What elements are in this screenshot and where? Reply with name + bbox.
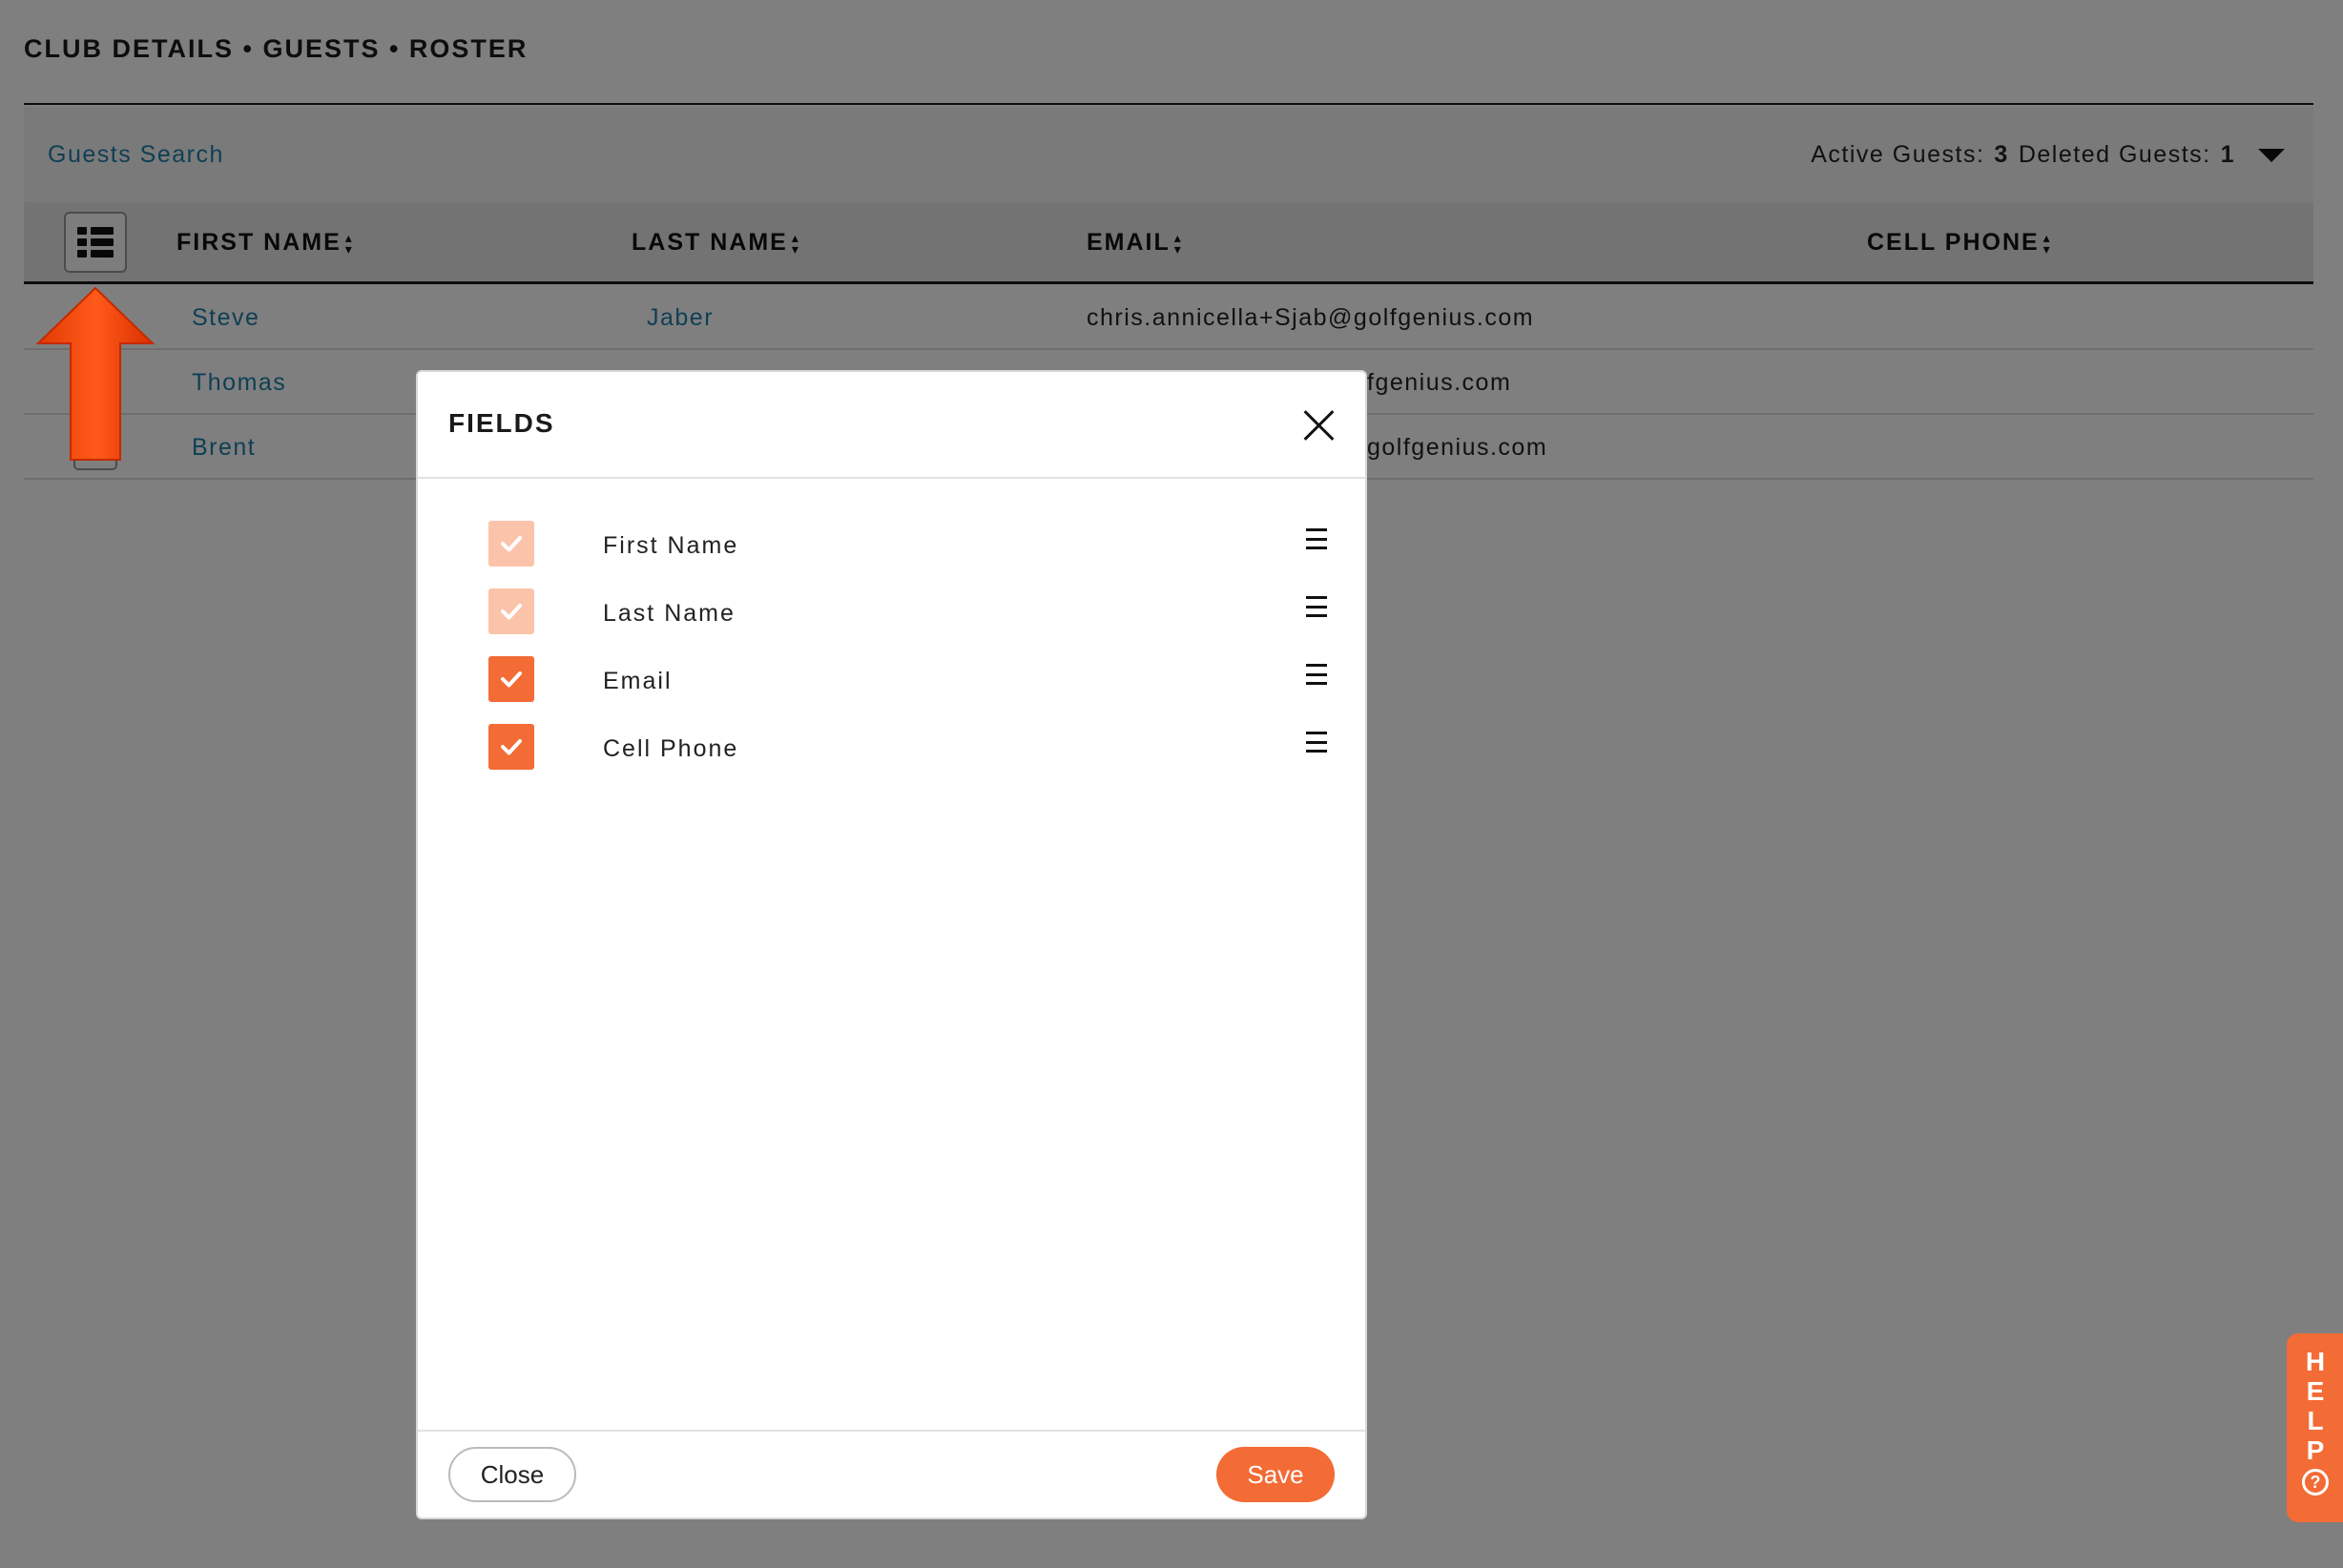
field-checkbox-first-name[interactable] xyxy=(488,521,534,567)
modal-footer: Close Save xyxy=(418,1430,1365,1517)
app-root: CLUB DETAILS • GUESTS • ROSTER Guests Se… xyxy=(0,0,2343,1568)
field-checkbox-cell-phone[interactable] xyxy=(488,724,534,770)
close-button[interactable]: Close xyxy=(448,1447,576,1502)
save-button[interactable]: Save xyxy=(1216,1447,1335,1502)
modal-header: FIELDS xyxy=(418,372,1365,479)
help-letter: H xyxy=(2305,1347,2326,1376)
help-letter: E xyxy=(2306,1376,2325,1406)
drag-handle-icon[interactable] xyxy=(1306,732,1327,753)
help-letter: L xyxy=(2307,1406,2324,1435)
field-label: Last Name xyxy=(603,600,736,627)
field-checkbox-email[interactable] xyxy=(488,656,534,702)
drag-handle-icon[interactable] xyxy=(1306,664,1327,685)
check-icon xyxy=(501,739,522,755)
help-tab[interactable]: H E L P ? xyxy=(2287,1333,2343,1522)
question-circle-icon: ? xyxy=(2302,1469,2329,1496)
modal-title: FIELDS xyxy=(448,408,555,438)
drag-handle-icon[interactable] xyxy=(1306,596,1327,617)
check-icon xyxy=(501,604,522,620)
field-row-first-name: First Name xyxy=(418,511,1365,579)
field-label: Email xyxy=(603,668,673,694)
check-icon xyxy=(501,536,522,552)
drag-handle-icon[interactable] xyxy=(1306,528,1327,549)
field-row-email: Email xyxy=(418,647,1365,714)
fields-modal: FIELDS First Name Last Name Email Cell P… xyxy=(416,370,1367,1519)
field-label: Cell Phone xyxy=(603,735,739,762)
help-letter: P xyxy=(2306,1435,2325,1465)
field-row-last-name: Last Name xyxy=(418,579,1365,647)
field-checkbox-last-name[interactable] xyxy=(488,588,534,634)
red-up-arrow-annotation xyxy=(36,286,156,461)
field-label: First Name xyxy=(603,532,739,559)
check-icon xyxy=(501,671,522,688)
close-icon[interactable] xyxy=(1302,408,1337,443)
field-row-cell-phone: Cell Phone xyxy=(418,714,1365,782)
